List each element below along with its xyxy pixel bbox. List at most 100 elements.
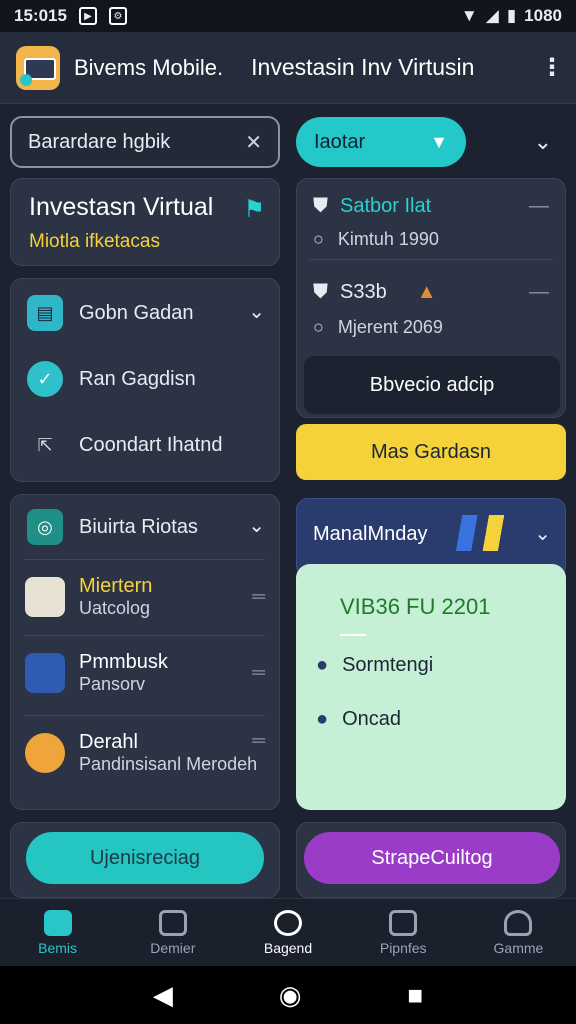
info-sub[interactable]: ○ Mjerent 2069 <box>313 317 549 338</box>
emoji-icon <box>25 732 65 773</box>
panel-item[interactable]: ● Oncad <box>316 708 401 731</box>
clear-icon[interactable]: ✕ <box>245 130 262 155</box>
panel-title: ManalMnday <box>313 523 428 545</box>
list-item-title: Miertern <box>79 574 153 597</box>
info-title: S33b <box>340 281 387 303</box>
info-item[interactable]: ⛊ S33b ▲ — <box>313 281 549 304</box>
battery-icon: ▮ <box>506 6 517 25</box>
panel-badge: VIB36 FU 2201 <box>340 594 491 619</box>
filter-label: Iaotar <box>314 130 366 153</box>
info-title: Satbor Ilat <box>340 195 432 217</box>
menu-item[interactable]: ▤ Gobn Gadan <box>27 295 194 331</box>
drag-handle-icon[interactable]: ═ <box>252 662 265 683</box>
home-icon <box>43 909 72 936</box>
wifi-icon: ▼ <box>460 6 478 25</box>
nav-label: Bemis <box>38 939 78 956</box>
nav-label: Bagend <box>263 939 313 956</box>
clock-icon <box>274 909 302 936</box>
chevron-down-icon[interactable]: ⌄ <box>248 299 265 324</box>
bottom-navigation: Bemis Demier Bagend Pipnfes Gamme <box>0 898 576 966</box>
list-item[interactable]: Pmmbusk Pansorv ═ <box>25 635 265 709</box>
app-logo <box>16 45 60 90</box>
list-item[interactable]: Derahl Pandinsisanl Merodeh ═ <box>25 715 265 789</box>
chevron-down-icon[interactable]: ⌄ <box>534 521 551 546</box>
nav-label: Gamme <box>493 939 544 956</box>
panel-content: VIB36 FU 2201 ● Sormtengi ● Oncad <box>296 564 566 810</box>
brand-stripes-icon <box>447 515 517 551</box>
settings-icon: ⚙ <box>108 7 127 25</box>
hero-subtitle: Miotla ifketacas <box>29 231 160 252</box>
nav-bagend[interactable]: Bagend <box>230 899 345 966</box>
nav-demier[interactable]: Demier <box>115 899 230 966</box>
divider <box>309 259 553 260</box>
list-item-subtitle: Pandinsisanl Merodeh <box>79 753 258 774</box>
nav-pipnfes[interactable]: Pipnfes <box>346 899 461 966</box>
divider <box>340 634 366 636</box>
bullet-icon: ● <box>316 708 329 730</box>
menu-item[interactable]: ⇱ Coondart Ihatnd <box>27 427 222 463</box>
notification-icon: ▶ <box>78 7 97 25</box>
radio-icon[interactable]: ○ <box>313 317 324 338</box>
list-card: ◎ Biuirta Riotas ⌄ Miertern Uatcolog ═ P… <box>10 494 280 810</box>
filter-dropdown[interactable]: Iaotar ▼ ⌄ <box>296 116 564 168</box>
menu-card: ▤ Gobn Gadan ⌄ ✓ Ran Gagdisn ⇱ Coondart … <box>10 278 280 482</box>
hero-title: Investasn Virtual <box>29 193 214 221</box>
nav-gamme[interactable]: Gamme <box>461 899 576 966</box>
page-title: Investasin Inv Virtusin <box>251 54 475 80</box>
menu-item-label: Ran Gagdisn <box>79 367 196 390</box>
check-icon: ✓ <box>27 361 63 397</box>
user-icon <box>504 909 533 936</box>
info-item[interactable]: ⛊ Satbor Ilat — <box>313 195 549 218</box>
bullet-icon: ● <box>316 654 329 676</box>
bookmark-icon[interactable]: ⚑ <box>243 195 265 224</box>
collapse-icon[interactable]: — <box>529 195 549 218</box>
secondary-action-button[interactable]: Ujenisreciag <box>26 832 264 884</box>
home-button-icon[interactable]: ◉ <box>279 980 302 1011</box>
list-header[interactable]: ◎ Biuirta Riotas <box>27 509 198 545</box>
chevron-down-icon[interactable]: ⌄ <box>534 129 552 155</box>
list-item-subtitle: Pansorv <box>79 673 146 694</box>
list-item-title: Derahl <box>79 730 138 753</box>
app-icon <box>25 652 65 693</box>
list-item[interactable]: Miertern Uatcolog ═ <box>25 559 265 633</box>
hero-card[interactable]: Investasn Virtual Miotla ifketacas ⚑ <box>10 178 280 266</box>
chevron-down-icon[interactable]: ⌄ <box>248 513 265 538</box>
drag-handle-icon[interactable]: ═ <box>252 586 265 607</box>
info-sub[interactable]: ○ Kimtuh 1990 <box>313 229 549 250</box>
radio-icon[interactable]: ○ <box>313 229 324 250</box>
purple-action-button[interactable]: StrapeCuiltog <box>304 832 560 884</box>
calendar-icon <box>25 576 65 617</box>
shield-icon: ⛊ <box>313 281 328 303</box>
caret-down-icon: ▼ <box>430 131 448 152</box>
app-name: Bivems Mobile. <box>74 54 224 80</box>
list-header-label: Biuirta Riotas <box>79 515 198 538</box>
search-value: Barardare hgbik <box>28 130 171 153</box>
status-bar: 15:015 ▶ ⚙ ▼ ◢ ▮ 1080 <box>0 0 576 32</box>
document-icon: ▤ <box>27 295 63 331</box>
more-options-icon[interactable]: ⋮ <box>540 53 564 82</box>
grid-icon: ◎ <box>27 509 63 545</box>
status-time: 15:015 <box>14 6 67 25</box>
menu-item-label: Gobn Gadan <box>79 301 194 324</box>
nav-label: Pipnfes <box>379 939 427 956</box>
back-icon[interactable]: ◀ <box>153 980 173 1011</box>
menu-item-label: Coondart Ihatnd <box>79 433 223 456</box>
panel-item[interactable]: ● Sormtengi <box>316 654 433 677</box>
flame-icon: ▲ <box>416 281 437 303</box>
document-icon <box>158 909 187 936</box>
nav-home[interactable]: Bemis <box>0 899 115 966</box>
drag-handle-icon[interactable]: ═ <box>252 730 265 751</box>
search-input[interactable]: Barardare hgbik ✕ <box>10 116 280 168</box>
collapse-icon[interactable]: — <box>529 281 549 304</box>
briefcase-icon <box>389 909 418 936</box>
shield-icon: ⛊ <box>313 195 328 217</box>
list-item-title: Pmmbusk <box>79 650 168 673</box>
menu-item[interactable]: ✓ Ran Gagdisn <box>27 361 196 397</box>
filter-pill[interactable]: Iaotar ▼ <box>296 117 466 167</box>
dark-action-button[interactable]: Bbvecio adcip <box>304 356 560 414</box>
recents-icon[interactable]: ■ <box>407 980 423 1011</box>
system-navigation: ◀ ◉ ■ <box>0 966 576 1024</box>
primary-action-button[interactable]: Mas Gardasn <box>296 424 566 480</box>
list-item-subtitle: Uatcolog <box>79 597 151 618</box>
app-bar: Bivems Mobile. Investasin Inv Virtusin ⋮ <box>0 32 576 104</box>
